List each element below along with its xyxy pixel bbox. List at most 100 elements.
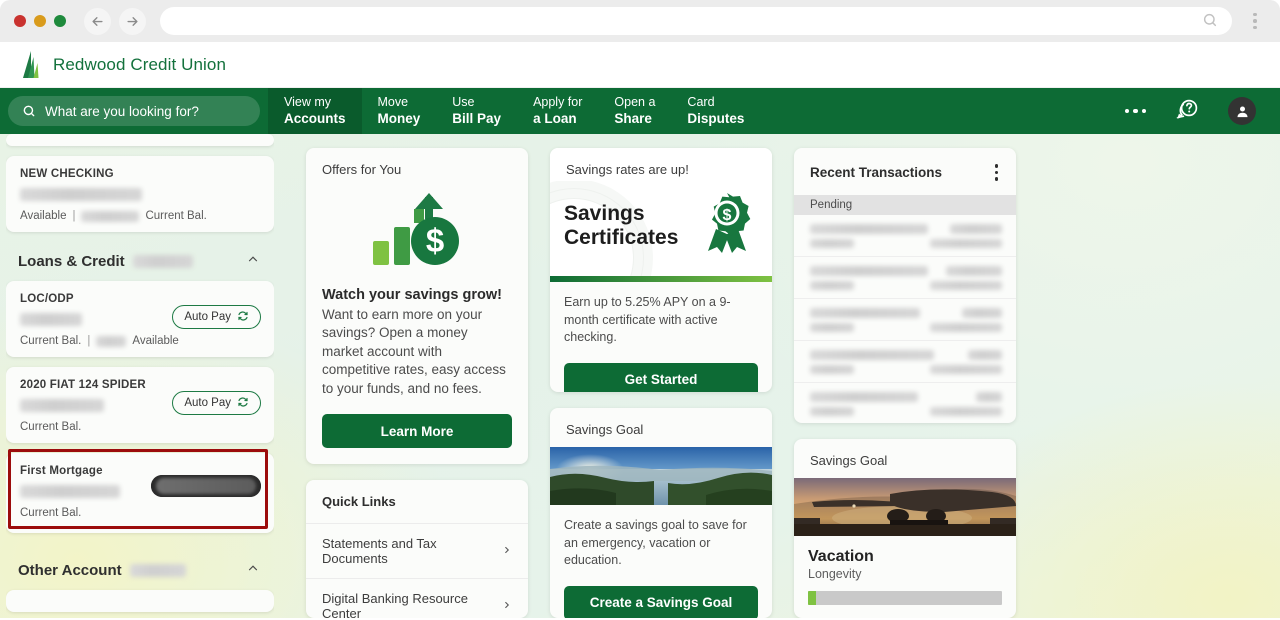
savings-goal-vacation-card: Savings Goal Vacation Longevity — [794, 438, 1016, 618]
account-card-2020-fiat-124-spider[interactable]: 2020 FIAT 124 SPIDER Current Bal. Auto P… — [6, 367, 274, 443]
nav-item-line1: Open a — [614, 95, 656, 110]
redacted-action-button[interactable] — [151, 475, 261, 497]
section-title-redacted — [129, 564, 186, 577]
chevron-up-icon[interactable] — [246, 561, 260, 580]
section-title: Other Account — [18, 562, 122, 579]
svg-text:$: $ — [426, 222, 444, 259]
account-card-loc-odp[interactable]: LOC/ODP Current Bal. | Available Auto Pa… — [6, 281, 274, 357]
banner-line-1: Savings — [564, 201, 645, 225]
table-row[interactable] — [794, 215, 1016, 257]
nav-item-line1: View my — [284, 95, 332, 110]
quick-links-card: Quick Links Statements and Tax Documents… — [306, 480, 528, 618]
horizontal-ellipsis-icon[interactable] — [1124, 108, 1146, 114]
section-header-other-account[interactable]: Other Account — [6, 551, 274, 590]
savings-goal-create-body: Create a savings goal to save for an eme… — [550, 505, 772, 618]
section-title-redacted — [132, 255, 193, 268]
account-card-first-mortgage[interactable]: First Mortgage Current Bal. — [6, 453, 274, 533]
accounts-sidebar[interactable]: NEW CHECKING Available | Current Bal. Lo… — [6, 134, 274, 618]
nav-item-line2: Money — [377, 111, 421, 127]
recent-transactions-card: Recent Transactions Pending — [794, 148, 1016, 423]
dashboard-columns: Offers for You $ Watch your savings grow… — [306, 148, 1280, 618]
browser-menu-button[interactable] — [1244, 12, 1266, 30]
table-row[interactable] — [794, 299, 1016, 341]
user-avatar-icon[interactable] — [1228, 97, 1256, 125]
savings-certificates-card: Savings rates are up! Savings Certificat… — [550, 148, 772, 393]
get-started-button[interactable]: Get Started — [564, 362, 758, 393]
account-subline: Current Bal. | Available — [20, 335, 260, 347]
dashboard-column-2: Savings rates are up! Savings Certificat… — [550, 148, 772, 618]
address-bar[interactable] — [160, 7, 1232, 35]
site-header: Redwood Credit Union — [0, 42, 1280, 88]
window-traffic-lights — [14, 15, 66, 27]
auto-pay-label: Auto Pay — [184, 397, 231, 409]
nav-item-line1: Card — [687, 95, 715, 110]
brand-name: Redwood Credit Union — [53, 54, 227, 74]
account-card-new-checking[interactable]: NEW CHECKING Available | Current Bal. — [6, 156, 274, 232]
nav-right-actions — [1124, 88, 1280, 134]
table-row[interactable] — [794, 341, 1016, 383]
account-name: LOC/ODP — [20, 293, 74, 305]
nav-item-line2: Disputes — [687, 111, 745, 127]
account-balance-redacted — [20, 186, 260, 202]
account-sub-left: Available — [20, 210, 67, 222]
savings-rates-title: Savings rates are up! — [550, 148, 772, 181]
dashboard-column-1: Offers for You $ Watch your savings grow… — [306, 148, 528, 618]
browser-chrome — [0, 0, 1280, 42]
savings-goal-create-text: Create a savings goal to save for an eme… — [564, 518, 747, 568]
account-sub-redacted — [81, 210, 140, 222]
savings-goal-subtitle: Longevity — [808, 566, 862, 581]
table-row[interactable] — [794, 383, 1016, 423]
recent-transactions-group-label: Pending — [794, 194, 1016, 215]
nav-item-line2: Accounts — [284, 111, 346, 127]
dashboard-page: NEW CHECKING Available | Current Bal. Lo… — [0, 134, 1280, 618]
recent-transactions-header: Recent Transactions — [794, 148, 1016, 195]
table-row[interactable] — [794, 257, 1016, 299]
chevron-right-icon — [502, 599, 512, 613]
nav-item-apply-for-a-loan[interactable]: Apply for a Loan — [517, 88, 598, 134]
offers-card-body: $ Watch your savings grow! Want to earn … — [306, 187, 528, 462]
account-subline: Current Bal. — [20, 507, 260, 519]
nav-item-card-disputes[interactable]: Card Disputes — [671, 88, 760, 134]
search-input[interactable]: What are you looking for? — [8, 96, 260, 126]
close-window-button[interactable] — [14, 15, 26, 27]
dollar-ribbon-badge-icon: $ — [696, 191, 758, 260]
nav-item-view-my-accounts[interactable]: View my Accounts — [268, 88, 362, 134]
nav-item-line2: a Loan — [533, 111, 577, 127]
chat-question-icon[interactable] — [1174, 96, 1200, 127]
savings-goal-progress-fill — [808, 590, 816, 605]
create-a-savings-goal-button[interactable]: Create a Savings Goal — [564, 585, 758, 618]
nav-item-line2: Bill Pay — [452, 111, 502, 127]
offers-card-title: Offers for You — [322, 162, 402, 177]
nav-item-use-bill-pay[interactable]: Use Bill Pay — [436, 88, 517, 134]
redwood-tree-logo — [20, 50, 44, 80]
quick-link-digital-banking-resource-center[interactable]: Digital Banking Resource Center — [306, 578, 528, 618]
nav-item-move-money[interactable]: Move Money — [362, 88, 437, 134]
account-card-other-partial[interactable] — [6, 590, 274, 612]
quick-link-label: Statements and Tax Documents — [322, 536, 437, 567]
quick-link-label: Digital Banking Resource Center — [322, 591, 468, 618]
account-subline: Current Bal. — [20, 421, 260, 433]
account-sub-right: Available — [132, 335, 179, 347]
chevron-up-icon[interactable] — [246, 252, 260, 271]
arrow-left-icon[interactable] — [84, 7, 111, 35]
section-header-loans-credit[interactable]: Loans & Credit — [6, 242, 274, 281]
nav-item-line1: Move — [377, 95, 409, 110]
auto-pay-button[interactable]: Auto Pay — [172, 391, 261, 415]
primary-navigation: What are you looking for? View my Accoun… — [0, 88, 1280, 134]
offers-paragraph: Want to earn more on your savings? Open … — [322, 307, 506, 396]
auto-pay-button[interactable]: Auto Pay — [172, 305, 261, 329]
minimize-window-button[interactable] — [34, 15, 46, 27]
dashboard-column-3: Recent Transactions Pending Savings Goal… — [794, 148, 1016, 618]
quick-link-statements-and-tax-documents[interactable]: Statements and Tax Documents — [306, 523, 528, 578]
vertical-ellipsis-icon[interactable] — [989, 162, 1005, 183]
savings-goal-vacation-title: Savings Goal — [810, 452, 888, 468]
account-card-partial-above[interactable] — [6, 134, 274, 146]
maximize-window-button[interactable] — [54, 15, 66, 27]
svg-text:$: $ — [723, 207, 732, 224]
growth-chart-dollar-icon: $ — [322, 187, 512, 287]
nav-item-open-a-share[interactable]: Open a Share — [598, 88, 671, 134]
learn-more-button[interactable]: Learn More — [322, 414, 512, 449]
arrow-right-icon[interactable] — [119, 7, 146, 35]
nav-items: View my Accounts Move Money Use Bill Pay… — [268, 88, 760, 134]
recent-transactions-title: Recent Transactions — [810, 164, 943, 180]
